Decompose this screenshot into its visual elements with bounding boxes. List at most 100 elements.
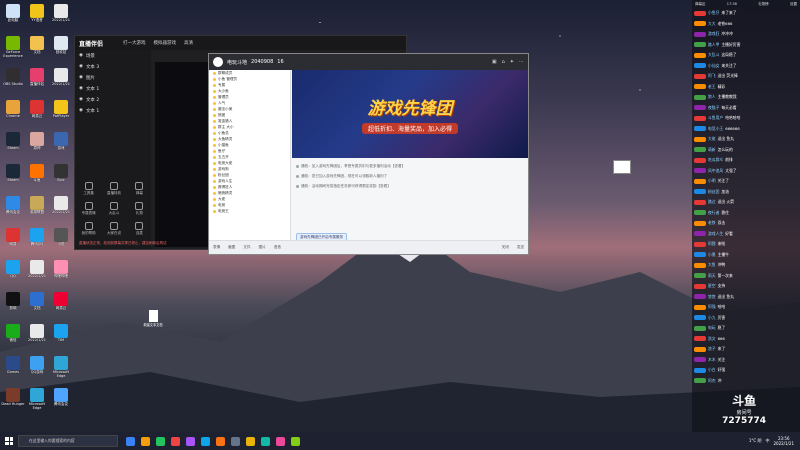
eye-icon[interactable]: ◉ [79, 75, 83, 80]
control-nav-item[interactable]: 高清 [184, 40, 193, 46]
desktop-icon[interactable]: 游戏 [49, 132, 73, 150]
desktop-icon[interactable]: Chrome [1, 100, 25, 118]
taskbar-app-icon[interactable] [126, 436, 135, 446]
desktop-icon[interactable]: OBS Studio [1, 68, 25, 86]
chat-username[interactable]: 夜行者 [708, 210, 719, 216]
chat-username[interactable]: 游戏人生 [708, 231, 723, 237]
chat-username[interactable]: 凯文 [708, 336, 716, 342]
desktop-icon[interactable]: 剪映 [1, 292, 25, 310]
taskbar-app-icon[interactable] [216, 436, 225, 446]
eye-icon[interactable]: ◉ [79, 108, 83, 113]
tool-button[interactable]: 我的帮助 [79, 222, 98, 236]
chat-username[interactable]: 阿飞 [708, 73, 716, 79]
scene-item[interactable]: ◉ 图片 [75, 72, 151, 83]
control-nav-item[interactable]: 模拟器游戏 [154, 40, 177, 46]
scene-item[interactable]: ◉ 场景 [75, 50, 151, 61]
chat-username[interactable]: 小仙女 [708, 63, 719, 69]
chat-username[interactable]: 萌新 [708, 147, 716, 153]
chat-username[interactable]: 雨天 [708, 273, 716, 279]
chat-username[interactable]: 大鱼 [708, 262, 716, 268]
weather-label[interactable]: 1°C 阴 [749, 438, 762, 444]
eye-icon[interactable]: ◉ [79, 97, 83, 102]
chat-username[interactable]: 浪子 [708, 346, 716, 352]
desktop-icon[interactable]: Games [1, 356, 25, 374]
desktop-icon[interactable]: 2022/1/21 [49, 4, 73, 22]
scene-item[interactable]: ◉ 文本 1 [75, 105, 151, 116]
screen-icon[interactable]: ▣ [492, 59, 497, 65]
desktop-icon[interactable]: YY语音 [25, 4, 49, 22]
mini-window[interactable] [613, 160, 631, 174]
tool-button[interactable]: 连麦 [130, 222, 149, 236]
desktop-icon[interactable]: 2022/1/21 [49, 196, 73, 214]
desktop-icon[interactable]: Epic [49, 164, 73, 182]
toolbar-image[interactable]: 图片 [259, 245, 266, 250]
desktop-icon[interactable]: 直播伴侣 [25, 68, 49, 86]
desktop-icon[interactable]: 2022/1/21 [25, 260, 49, 278]
desktop-icon[interactable]: GeForce Experience [1, 36, 25, 58]
chat-username[interactable]: 小九 [708, 315, 716, 321]
chat-username[interactable]: 阿强 [708, 304, 716, 310]
chat-username[interactable]: 风中追风 [708, 168, 723, 174]
desktop-icon[interactable]: QQ游戏 [25, 356, 49, 374]
clock[interactable]: 23:56 2022/1/21 [773, 436, 794, 446]
chat-username[interactable]: 路过 [708, 199, 716, 205]
tool-button[interactable]: 礼物 [130, 202, 149, 216]
chat-username[interactable]: 粉丝团 [708, 189, 719, 195]
settings-tab[interactable]: 设置 [790, 2, 797, 7]
desktop-icon[interactable]: TIM [49, 324, 73, 342]
eye-icon[interactable]: ◉ [79, 86, 83, 91]
chat-username[interactable]: 小明 [708, 178, 716, 184]
desktop-icon[interactable]: Microsoft Edge [25, 388, 49, 410]
chat-username[interactable]: 老王 [708, 84, 716, 90]
scene-item[interactable]: ◉ 文本 2 [75, 94, 151, 105]
promo-banner[interactable]: 游戏先锋团 超低折扣、海量奖品，加入必得 [292, 70, 528, 158]
desktop-icon[interactable]: Microsoft Edge [49, 356, 73, 378]
desktop-icon[interactable]: 哔哩哔哩 [49, 260, 73, 278]
desktop-icon[interactable]: 腾讯会议 [49, 388, 73, 406]
toolbar-emoji[interactable]: 表情 [213, 245, 220, 250]
chat-username[interactable]: 大佬 [708, 136, 716, 142]
scene-item[interactable]: ◉ 文本 3 [75, 61, 151, 72]
toolbar-voice[interactable]: 语音 [274, 245, 281, 250]
desktop-icon[interactable]: QQ [1, 260, 25, 278]
desktop-icon[interactable]: 网易云 [49, 292, 73, 310]
desktop-icon[interactable]: 网易云 [25, 100, 49, 118]
chat-username[interactable]: 小白 [708, 367, 716, 373]
tool-button[interactable]: 大家在说 [104, 222, 123, 236]
desktop-icon[interactable]: 回收站 [49, 36, 73, 54]
chat-username[interactable]: 吃瓜群众 [708, 157, 723, 163]
search-input[interactable]: 在这里输入你要搜索的内容 [18, 435, 118, 447]
eye-icon[interactable]: ◉ [79, 64, 83, 69]
chat-username[interactable]: 斗鱼用户 [708, 115, 723, 121]
chat-username[interactable]: 阿狸 [708, 241, 716, 247]
tool-button[interactable]: 工具集 [79, 182, 98, 196]
desktop-icon[interactable]: 腾讯会议 [1, 196, 25, 214]
desktop-icon[interactable]: 2022/1/21 [25, 324, 49, 342]
taskbar-app-icon[interactable] [141, 436, 150, 446]
taskbar-app-icon[interactable] [156, 436, 165, 446]
desktop-icon[interactable]: 小说 [49, 228, 73, 246]
home-icon[interactable]: ⌂ [502, 59, 505, 65]
chat-username[interactable]: 阿杰 [708, 378, 716, 384]
more-icon[interactable]: ⋯ [519, 59, 524, 65]
desktop-icon[interactable]: 斗鱼 [25, 164, 49, 182]
member-item[interactable]: 电竞王 [209, 208, 290, 214]
close-button[interactable]: 关闭 [502, 245, 509, 250]
taskbar-app-icon[interactable] [201, 436, 210, 446]
gift-tab[interactable]: 礼物榜 [758, 2, 769, 7]
chat-username[interactable]: 老铁 [708, 220, 716, 226]
desktop-icon[interactable]: 原神 [25, 132, 49, 150]
toolbar-screenshot[interactable]: 截图 [228, 245, 235, 250]
chat-username[interactable]: 路人甲 [708, 42, 719, 48]
desktop-icon[interactable]: Steam [1, 132, 25, 150]
chat-username[interactable]: 悠悠 [708, 294, 716, 300]
chat-tab[interactable]: 弹幕区 [695, 2, 706, 7]
taskbar-app-icon[interactable] [276, 436, 285, 446]
toolbar-file[interactable]: 文件 [243, 245, 250, 250]
taskbar-app-icon[interactable] [231, 436, 240, 446]
desktop-icon[interactable]: 微信 [1, 324, 25, 342]
taskbar-app-icon[interactable] [261, 436, 270, 446]
taskbar-app-icon[interactable] [291, 436, 300, 446]
control-nav-item[interactable]: 打一大游戏 [123, 40, 146, 46]
desktop-icon[interactable]: 网易 [1, 228, 25, 246]
